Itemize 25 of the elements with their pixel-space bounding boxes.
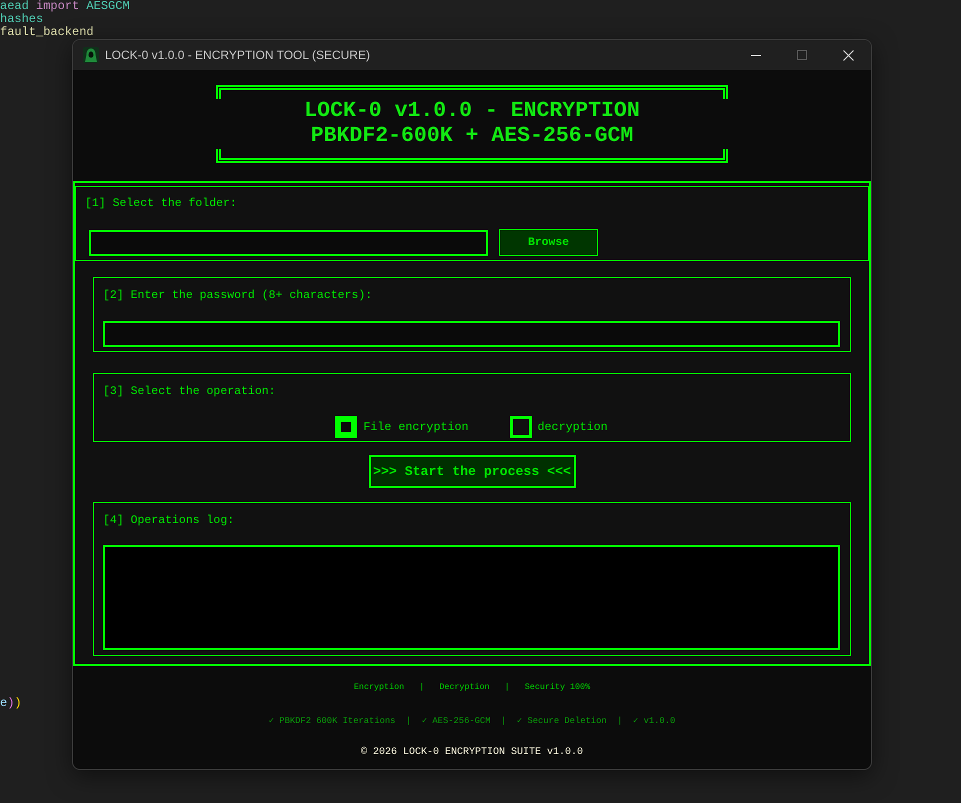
password-input[interactable] [103,321,840,347]
minimize-icon [751,54,761,56]
copyright-text: © 2026 LOCK-0 ENCRYPTION SUITE v1.0.0 [360,746,584,760]
feature-checklist-text: ✓ PBKDF2 600K Iterations | ✓ AES-256-GCM | ✓ Secure Deletion | ✓ v1.0.0 [268,715,676,727]
browse-button[interactable]: Browse [499,229,598,256]
window-title: LOCK-0 v1.0.0 - ENCRYPTION TOOL (SECURE) [105,48,370,62]
code-line: aead import AESGCM [0,0,130,13]
code-line: hashes [0,13,44,26]
folder-input[interactable] [89,230,488,256]
radio-option[interactable]: decryption [510,416,608,438]
section-label: [2] Enter the password (8+ characters): [103,289,372,303]
close-icon [842,50,854,60]
code-line: e)) [0,697,22,710]
code-line: fault_backend [0,26,94,39]
hooded-figure-icon [83,47,99,63]
banner-subtitle: PBKDF2-600K + AES-256-GCM [310,124,634,149]
banner-title: LOCK-0 v1.0.0 - ENCRYPTION [304,99,640,124]
start-button[interactable]: >>> Start the process <<< [368,455,576,488]
maximize-icon [797,50,807,60]
section-label: [3] Select the operation: [103,385,276,399]
feature-list-text: Encryption | Decryption | Security 100% [354,681,590,693]
log-field[interactable] [103,545,840,650]
radio-option[interactable]: File encryption [335,416,469,438]
section-label: [1] Select the folder: [85,197,237,211]
section-label: [4] Operations log: [103,514,234,528]
